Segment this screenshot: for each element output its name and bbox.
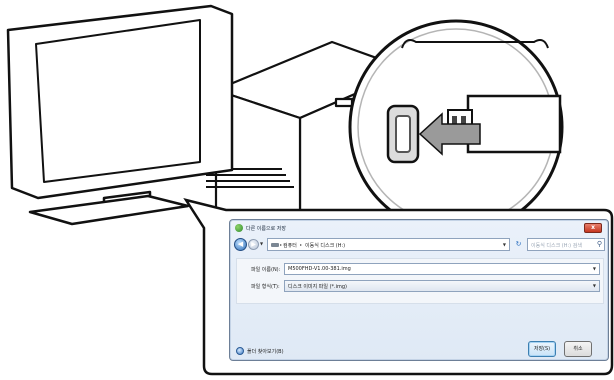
back-arrow-icon[interactable]: ◀ — [234, 238, 247, 251]
save-dialog-icon — [235, 224, 243, 232]
refresh-icon[interactable]: ↻ — [513, 239, 524, 250]
breadcrumb-computer[interactable]: 컴퓨터 — [283, 242, 297, 249]
file-name-label: 파일 이름(N): — [251, 267, 281, 273]
file-type-select[interactable]: 디스크 이미지 파일 (*.img) ▼ — [284, 280, 600, 292]
file-type-value: 디스크 이미지 파일 (*.img) — [288, 284, 347, 290]
save-button[interactable]: 저장(S) — [528, 341, 556, 357]
search-input[interactable]: 이동식 디스크 (H:) 검색 ⚲ — [527, 238, 605, 251]
expand-icon[interactable] — [236, 347, 244, 355]
save-form-panel: 파일 이름(N): M500FHD-V1.00-381.img ▼ 파일 형식(… — [236, 258, 604, 304]
chevron-down-icon[interactable]: ▼ — [593, 283, 596, 288]
usb-port-magnifier — [348, 19, 564, 235]
file-name-value: M500FHD-V1.00-381.img — [288, 266, 351, 272]
dialog-title-bar[interactable]: 다른 이름으로 저장 x — [230, 220, 608, 236]
browse-folders-label: 폴더 찾아보기(B) — [247, 349, 284, 355]
recent-locations-dropdown[interactable]: ▼ — [260, 241, 263, 246]
breadcrumb-separator: ▸ — [300, 242, 303, 247]
dialog-title: 다른 이름으로 저장 — [246, 226, 286, 232]
save-as-dialog: 다른 이름으로 저장 x ◀ ▶ ▼ ▸ 컴퓨터 ▸ 이동식 디스크 (H:) … — [229, 219, 609, 361]
file-name-field[interactable]: M500FHD-V1.00-381.img ▼ — [284, 263, 600, 275]
file-type-label: 파일 형식(T): — [251, 284, 280, 290]
drive-icon — [271, 243, 279, 247]
address-bar[interactable]: ▸ 컴퓨터 ▸ 이동식 디스크 (H:) ▼ — [267, 238, 510, 251]
chevron-down-icon[interactable]: ▼ — [593, 266, 596, 271]
address-dropdown-icon[interactable]: ▼ — [503, 242, 506, 247]
forward-arrow-icon[interactable]: ▶ — [248, 239, 259, 250]
navigation-bar: ◀ ▶ ▼ ▸ 컴퓨터 ▸ 이동식 디스크 (H:) ▼ ↻ 이동식 디스크 (… — [230, 236, 608, 254]
close-button[interactable]: x — [584, 223, 602, 233]
breadcrumb-separator: ▸ — [280, 242, 283, 247]
cancel-button[interactable]: 취소 — [564, 341, 592, 357]
breadcrumb-removable-disk[interactable]: 이동식 디스크 (H:) — [305, 242, 345, 249]
search-placeholder: 이동식 디스크 (H:) 검색 — [531, 243, 582, 249]
search-icon[interactable]: ⚲ — [597, 240, 602, 248]
monitor — [6, 4, 234, 226]
